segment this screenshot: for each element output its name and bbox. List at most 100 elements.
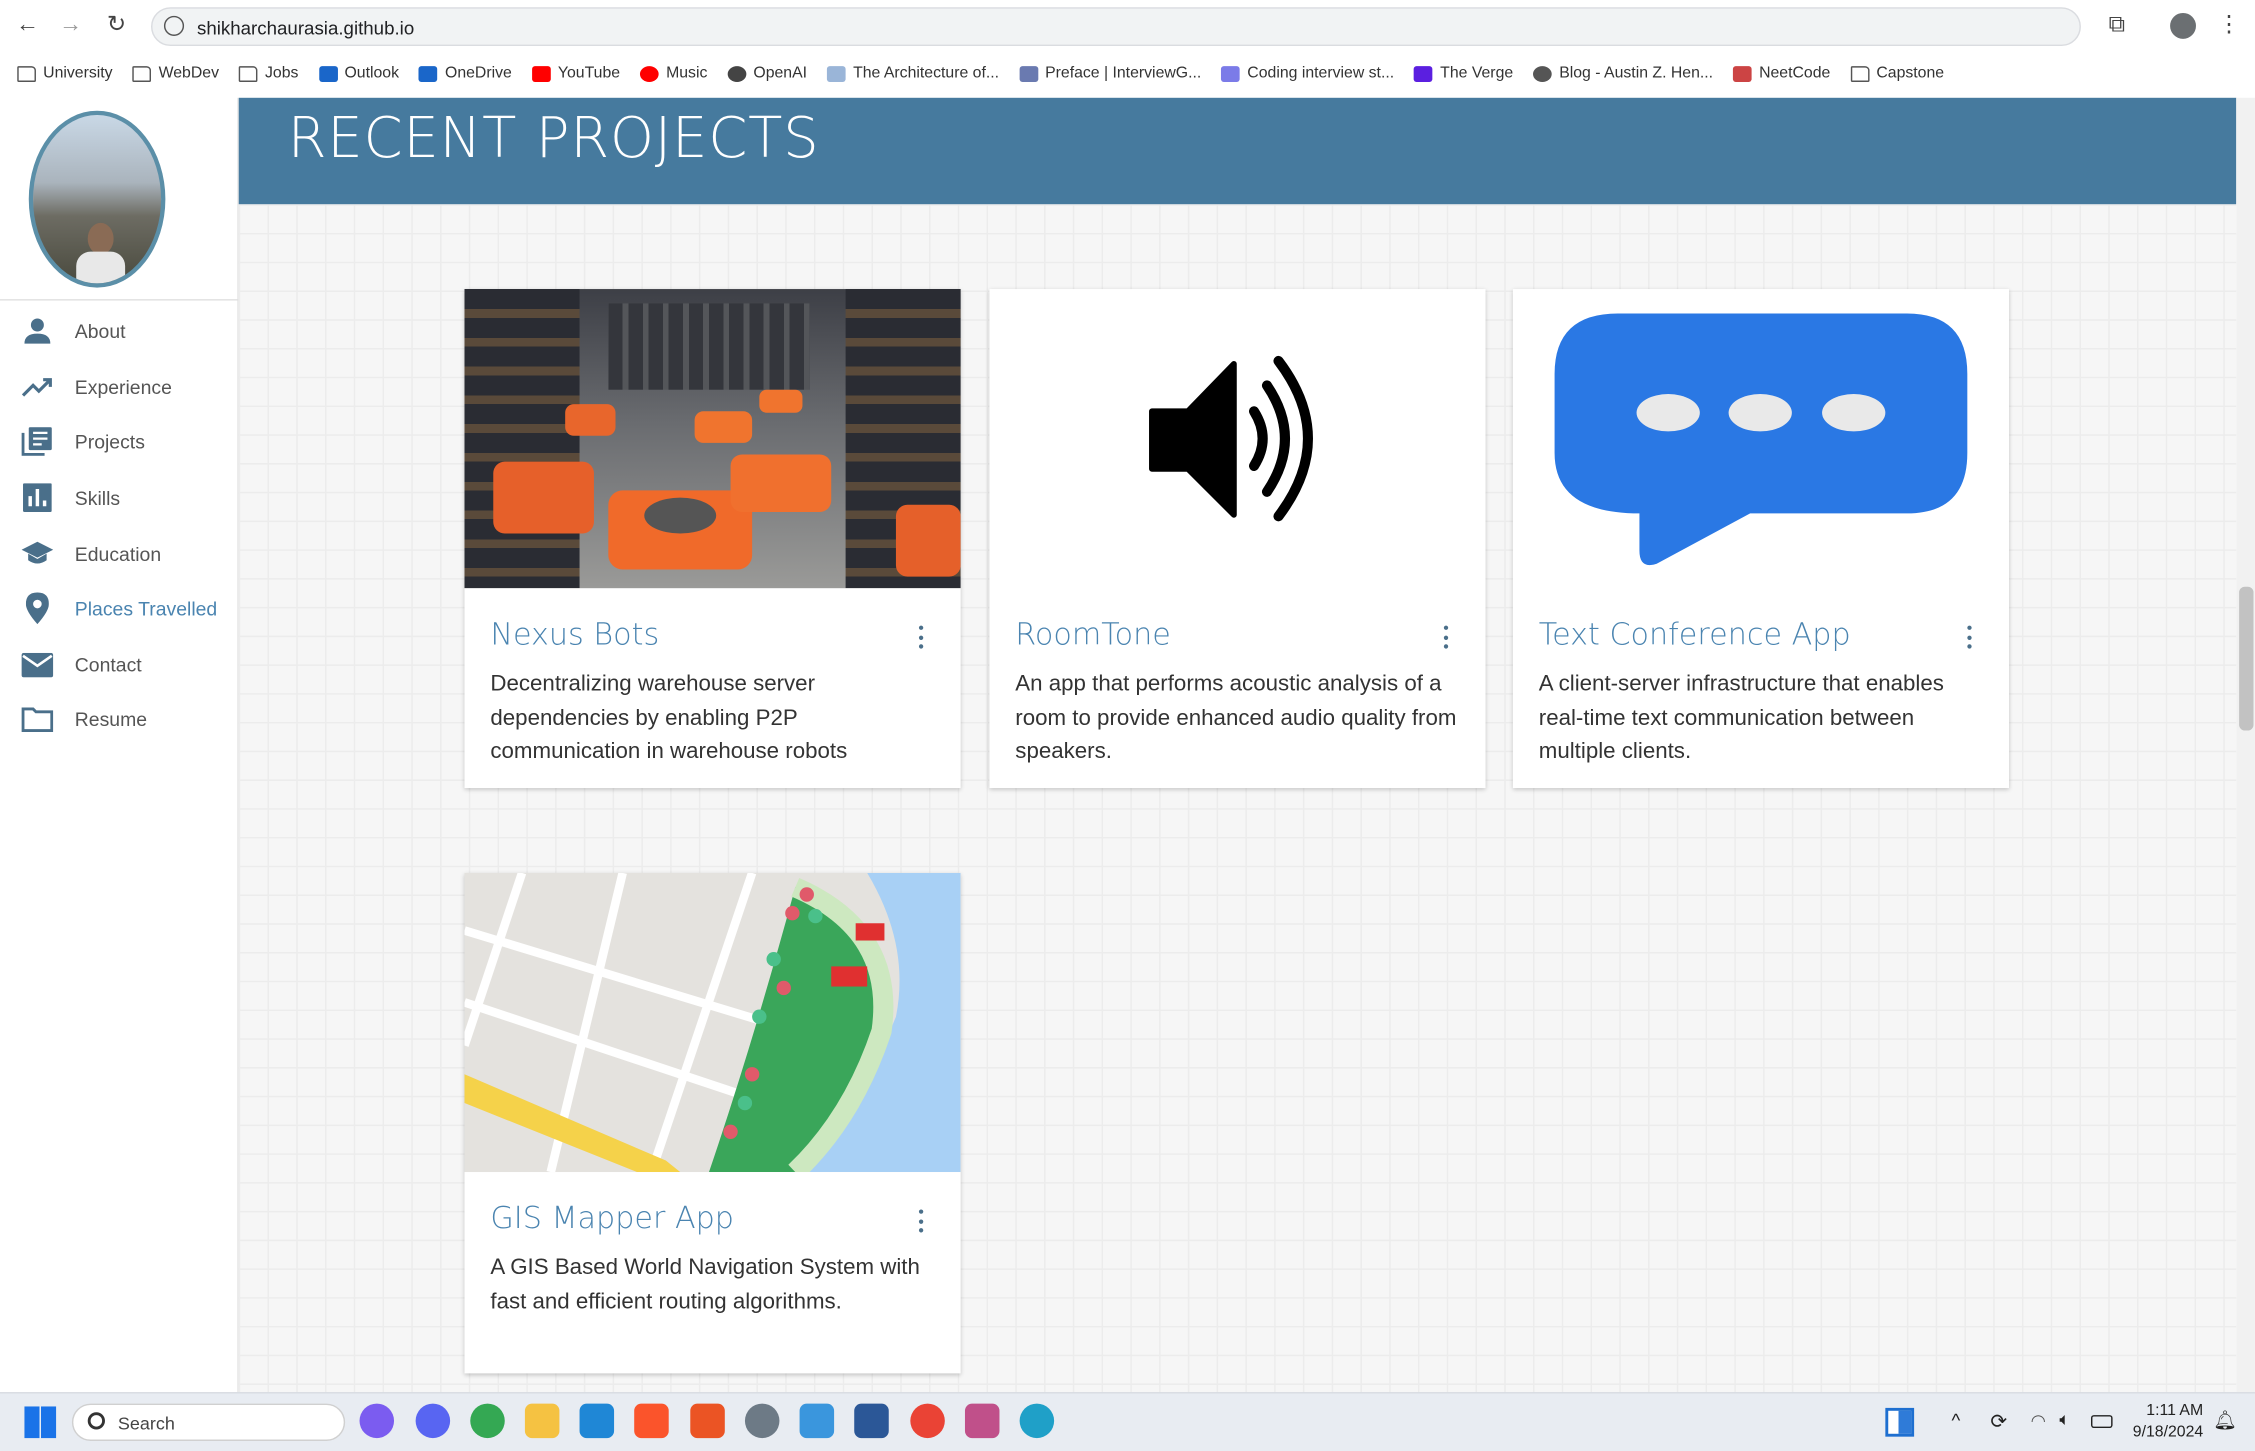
rocket-icon bbox=[1733, 65, 1752, 82]
bookmark-blog-austin-z-hen[interactable]: Blog - Austin Z. Hen... bbox=[1533, 65, 1713, 82]
project-card-text-conference-app[interactable]: Text Conference App A client-server infr… bbox=[1512, 289, 2010, 789]
taskbar-search-input[interactable]: Search bbox=[71, 1403, 346, 1441]
location-pin-icon bbox=[22, 592, 54, 625]
bookmark-music[interactable]: Music bbox=[640, 65, 707, 82]
extensions-icon[interactable]: ⧉ bbox=[2103, 12, 2132, 41]
clock-time[interactable]: 1:11 AM bbox=[2114, 1402, 2203, 1419]
wifi-icon[interactable]: ◠ bbox=[2031, 1411, 2046, 1431]
snipping-tool-icon[interactable] bbox=[964, 1403, 1000, 1439]
bookmark-openai[interactable]: OpenAI bbox=[727, 65, 807, 82]
file-explorer-icon[interactable] bbox=[524, 1403, 560, 1439]
bookmark-university[interactable]: University bbox=[17, 65, 113, 82]
scrollbar-thumb[interactable] bbox=[2239, 586, 2254, 731]
project-title[interactable]: GIS Mapper App bbox=[490, 1201, 734, 1236]
menu-icon[interactable]: ⋮ bbox=[2215, 12, 2244, 41]
bookmark-label: WebDev bbox=[158, 64, 219, 82]
bookmark-jobs[interactable]: Jobs bbox=[239, 65, 298, 82]
bookmarks-bar: University WebDev Jobs Outlook OneDrive YouTu… bbox=[0, 58, 1944, 90]
profile-avatar[interactable] bbox=[2170, 12, 2196, 39]
scrollbar[interactable] bbox=[2236, 97, 2255, 1393]
globe-icon bbox=[1533, 65, 1553, 82]
bookmark-preface-interviewg[interactable]: Preface | InterviewG... bbox=[1019, 65, 1201, 82]
address-bar[interactable]: shikharchaurasia.github.io bbox=[151, 7, 2081, 47]
chat-bubble-icon bbox=[1513, 289, 2009, 588]
bookmark-capstone[interactable]: Capstone bbox=[1850, 65, 1944, 82]
sidebar-item-label: About bbox=[74, 319, 126, 342]
word-icon[interactable] bbox=[854, 1403, 889, 1439]
site-info-icon[interactable] bbox=[163, 15, 185, 36]
project-title[interactable]: Nexus Bots bbox=[490, 617, 659, 652]
battery-icon[interactable] bbox=[2090, 1415, 2113, 1429]
bookmark-label: Music bbox=[666, 64, 708, 82]
bookmark-youtube[interactable]: YouTube bbox=[531, 64, 621, 82]
bookmark-label: Capstone bbox=[1876, 64, 1945, 82]
bookmark-label: YouTube bbox=[557, 64, 621, 82]
trending-up-icon bbox=[21, 374, 54, 400]
more-options-icon[interactable] bbox=[915, 625, 927, 649]
project-title[interactable]: RoomTone bbox=[1015, 617, 1171, 652]
sidebar-item-projects[interactable]: Projects bbox=[0, 420, 239, 463]
widgets-icon[interactable] bbox=[1885, 1407, 1915, 1437]
copilot-icon[interactable] bbox=[359, 1403, 395, 1439]
sidebar-item-places-travelled[interactable]: Places Travelled bbox=[0, 587, 239, 630]
more-options-icon[interactable] bbox=[1440, 625, 1452, 649]
chrome-profile-icon[interactable] bbox=[910, 1403, 945, 1439]
bookmark-onedrive[interactable]: OneDrive bbox=[419, 65, 512, 82]
sidebar-item-label: Experience bbox=[74, 376, 172, 398]
project-card-gis-mapper-app[interactable]: GIS Mapper App A GIS Based World Navigat… bbox=[464, 872, 961, 1374]
youtube-music-icon bbox=[640, 65, 659, 82]
bookmark-outlook[interactable]: Outlook bbox=[318, 65, 399, 82]
project-card-roomtone[interactable]: RoomTone An app that performs acoustic a… bbox=[989, 289, 1486, 789]
sidebar-item-contact[interactable]: Contact bbox=[0, 643, 239, 686]
bookmark-label: Coding interview st... bbox=[1247, 64, 1395, 82]
sidebar-item-resume[interactable]: Resume bbox=[0, 697, 239, 740]
office-icon[interactable] bbox=[690, 1403, 725, 1439]
outlook-icon bbox=[419, 65, 438, 82]
notepad-icon[interactable] bbox=[799, 1403, 835, 1439]
bookmark-coding-interview-st[interactable]: Coding interview st... bbox=[1221, 65, 1394, 82]
avatar bbox=[28, 110, 166, 288]
url-text: shikharchaurasia.github.io bbox=[197, 17, 415, 39]
folder-icon bbox=[239, 65, 258, 82]
project-description: A GIS Based World Navigation System with… bbox=[490, 1255, 920, 1314]
search-icon bbox=[87, 1412, 105, 1430]
more-options-icon[interactable] bbox=[915, 1209, 927, 1233]
discord-icon[interactable] bbox=[415, 1403, 451, 1439]
bookmark-the-verge[interactable]: The Verge bbox=[1414, 65, 1513, 82]
more-options-icon[interactable] bbox=[1963, 625, 1975, 649]
bookmark-neetcode[interactable]: NeetCode bbox=[1733, 65, 1830, 82]
windows-start-icon[interactable] bbox=[24, 1406, 57, 1439]
architecture-icon bbox=[827, 65, 846, 82]
person-icon bbox=[22, 318, 54, 344]
bar-chart-icon bbox=[22, 483, 54, 512]
project-title[interactable]: Text Conference App bbox=[1539, 617, 1851, 652]
chrome-icon[interactable] bbox=[470, 1403, 505, 1439]
sync-icon[interactable]: ⟳ bbox=[1990, 1409, 2007, 1433]
youtube-icon bbox=[531, 65, 551, 82]
clock-date[interactable]: 9/18/2024 bbox=[2114, 1424, 2203, 1441]
back-icon[interactable]: ← bbox=[13, 12, 42, 41]
sidebar-item-experience[interactable]: Experience bbox=[0, 365, 239, 408]
sidebar-item-label: Contact bbox=[74, 653, 142, 676]
settings-icon[interactable] bbox=[744, 1403, 780, 1439]
notification-bell-icon[interactable]: 🔔︎ bbox=[2213, 1409, 2237, 1432]
edge-icon[interactable] bbox=[1019, 1403, 1055, 1439]
volume-icon[interactable]: 🔈︎ bbox=[2059, 1409, 2069, 1431]
sidebar-item-about[interactable]: About bbox=[0, 309, 239, 352]
outlook-icon bbox=[318, 65, 338, 82]
sidebar-item-skills[interactable]: Skills bbox=[0, 476, 239, 519]
bookmark-webdev[interactable]: WebDev bbox=[132, 64, 219, 82]
project-card-nexus-bots[interactable]: Nexus Bots Decentralizing warehouse serv… bbox=[464, 289, 961, 789]
verge-icon bbox=[1414, 65, 1433, 82]
warehouse-robots-image bbox=[464, 289, 961, 589]
forward-icon[interactable]: → bbox=[56, 12, 85, 41]
sidebar-item-education[interactable]: Education bbox=[0, 532, 239, 575]
reload-icon[interactable]: ↻ bbox=[102, 12, 131, 41]
bookmark-the-architecture-of[interactable]: The Architecture of... bbox=[827, 65, 999, 82]
sidebar-item-label: Education bbox=[74, 542, 162, 565]
chevron-up-icon[interactable]: ^ bbox=[1952, 1409, 1961, 1431]
browser-toolbar: ← → ↻ shikharchaurasia.github.io ⧉ ⋮ Uni… bbox=[0, 0, 2255, 98]
code-icon bbox=[1221, 65, 1241, 82]
brave-icon[interactable] bbox=[634, 1403, 669, 1439]
vscode-icon[interactable] bbox=[579, 1403, 615, 1439]
